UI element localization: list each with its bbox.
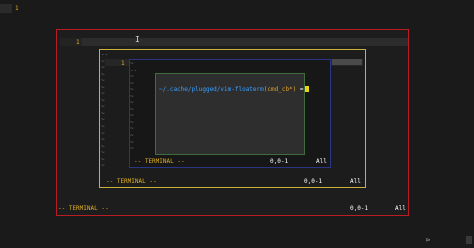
- outer-scroll: All: [395, 205, 406, 212]
- outer-statusline: -- TERMINAL -- 0,0-1 All: [58, 205, 407, 214]
- outer-cursor-line: [60, 38, 408, 46]
- top-editor-line: [0, 4, 474, 13]
- text-cursor-icon: I: [135, 35, 140, 44]
- inner-statusline: -- TERMINAL -- 0,0-1 All: [134, 158, 329, 166]
- middle-tilde-column: -- ~ ~ ~ ~ ~ ~ ~ ~ ~ ~ ~ ~ ~ ~ ~ ~ ~: [101, 51, 108, 170]
- top-gutter: [0, 4, 12, 13]
- middle-mode-label: -- TERMINAL --: [106, 178, 157, 185]
- outer-mode-label: -- TERMINAL --: [58, 205, 109, 212]
- inner-position: 0,0-1: [270, 158, 289, 165]
- middle-tilde-line: ~: [101, 162, 105, 170]
- middle-position: 0,0-1: [304, 178, 323, 185]
- scroll-thumb[interactable]: [466, 236, 472, 244]
- block-cursor-icon: [304, 86, 309, 92]
- inner-scrollbar[interactable]: [332, 59, 362, 65]
- command-line[interactable]: ~/.cache/plugged/vim-floaterm(cmd_cb*) =: [159, 86, 309, 93]
- command-function: (cmd_cb*): [263, 86, 297, 93]
- arrow-right-icon: ⊳: [426, 236, 431, 244]
- top-line-number: 1: [15, 5, 19, 12]
- outer-position: 0,0-1: [350, 205, 369, 212]
- inner-tilde-line: ~: [130, 145, 134, 153]
- inner-tilde-column: ~ -- ~ ~ ~ ~ ~ ~ ~ ~ ~ ~ ~ ~: [130, 60, 137, 153]
- command-path: ~/.cache/plugged/vim-floaterm: [159, 86, 264, 93]
- outer-line-number: 1: [76, 38, 80, 46]
- inner-mode-label: -- TERMINAL --: [134, 158, 185, 165]
- inner-scroll: All: [316, 158, 327, 165]
- middle-scroll: All: [350, 178, 361, 185]
- middle-line-number: 1: [121, 59, 125, 67]
- command-suffix: =: [296, 86, 304, 93]
